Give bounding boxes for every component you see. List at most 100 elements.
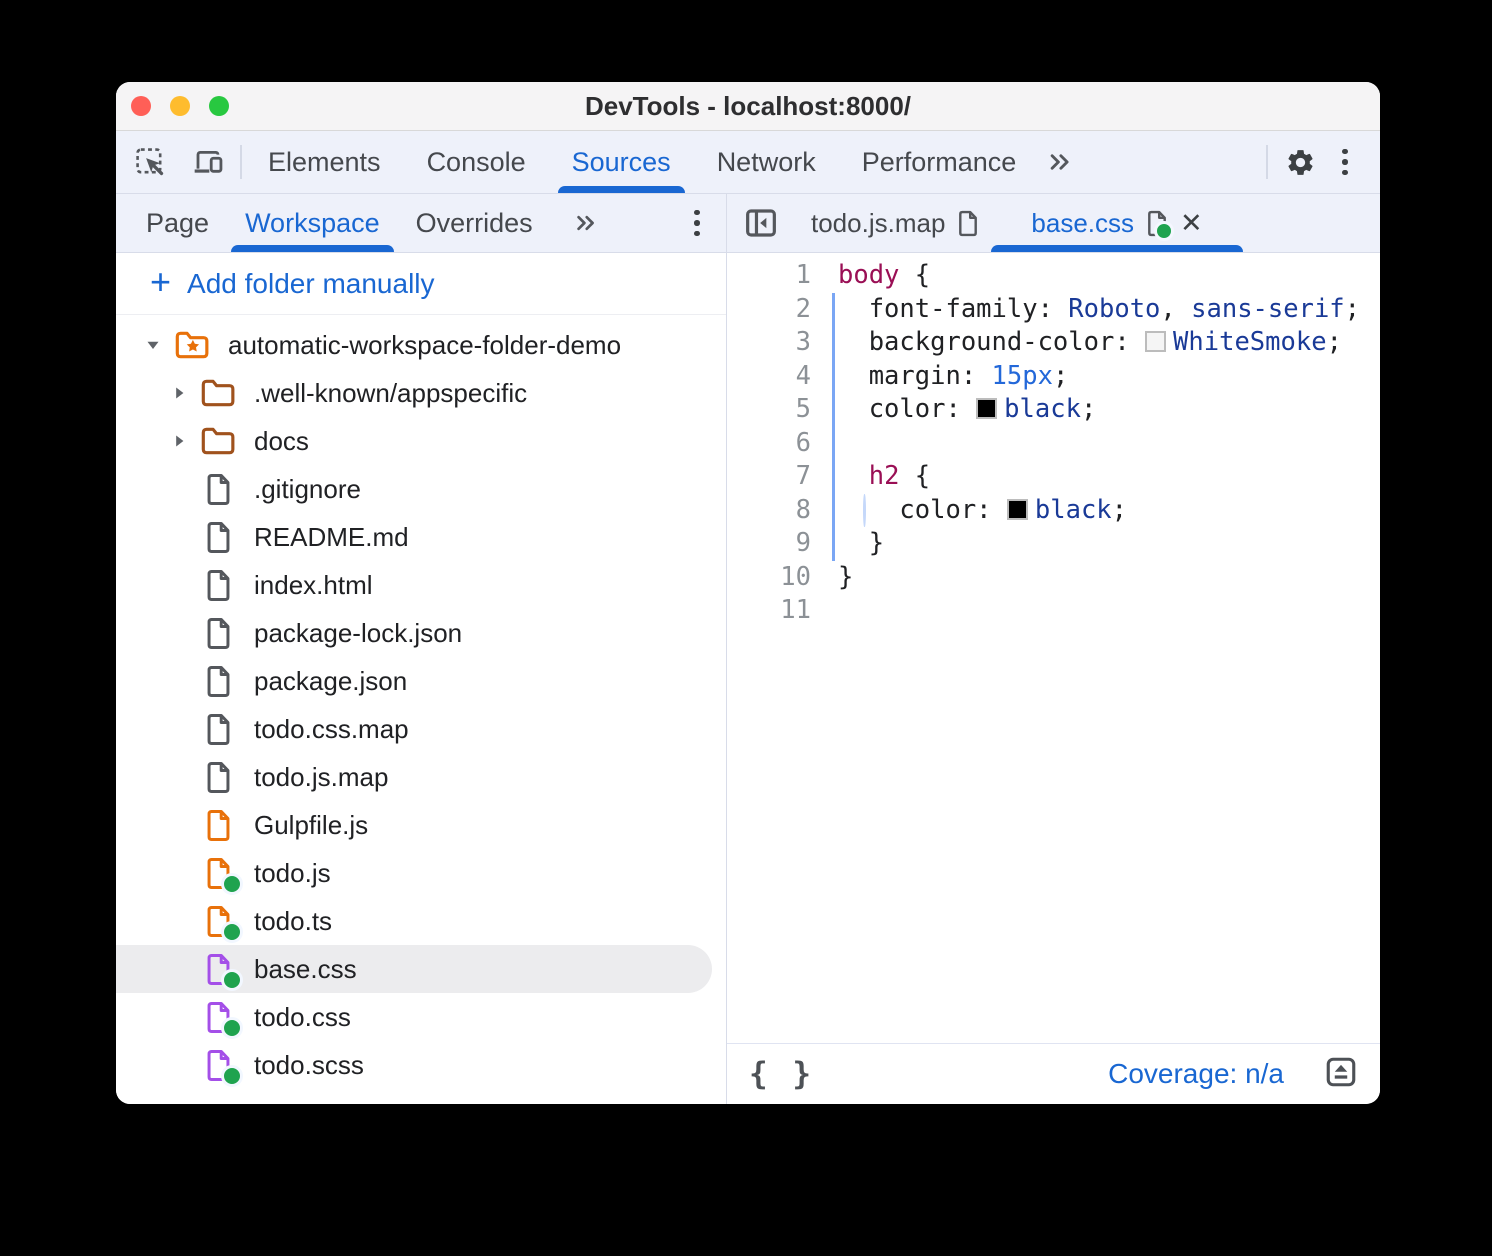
window-title: DevTools - localhost:8000/ xyxy=(585,91,911,122)
line-number[interactable]: 1 xyxy=(727,259,811,293)
line-number[interactable]: 4 xyxy=(727,360,811,394)
navigator-tabs: Page Workspace Overrides xyxy=(116,194,726,253)
code-line: 2 font-family: Roboto, sans-serif; xyxy=(727,293,1380,327)
tab-network[interactable]: Network xyxy=(717,131,816,193)
gear-icon[interactable] xyxy=(1284,146,1316,178)
tab-elements[interactable]: Elements xyxy=(268,131,381,193)
tree-item-label: todo.ts xyxy=(254,906,332,937)
minimize-window-button[interactable] xyxy=(170,96,190,116)
sidebar-tab-page[interactable]: Page xyxy=(146,194,209,252)
coverage-link[interactable]: Coverage: n/a xyxy=(1108,1058,1284,1090)
active-tab-underline xyxy=(991,245,1242,252)
more-options-icon[interactable] xyxy=(1330,146,1360,178)
tree-item-label: .well-known/appspecific xyxy=(254,378,527,409)
line-content: background-color: WhiteSmoke; xyxy=(838,326,1342,360)
expand-arrow-icon[interactable] xyxy=(164,385,194,401)
tree-item-label: todo.js xyxy=(254,858,331,889)
plus-icon: + xyxy=(150,264,171,300)
expand-arrow-icon[interactable] xyxy=(164,433,194,449)
editor-tab-todo-js-map[interactable]: todo.js.map xyxy=(785,194,1005,252)
line-content: body { xyxy=(838,259,930,293)
tree-item-well-known-appspecific[interactable]: .well-known/appspecific xyxy=(116,369,726,417)
tree-item-base-css[interactable]: base.css xyxy=(116,945,712,993)
file-icon xyxy=(1146,210,1168,237)
modified-dot xyxy=(221,969,243,991)
close-tab-icon[interactable]: ✕ xyxy=(1180,210,1203,237)
titlebar[interactable]: DevTools - localhost:8000/ xyxy=(116,82,1380,131)
modified-dot xyxy=(1154,221,1174,241)
tree-item-index-html[interactable]: index.html xyxy=(116,561,726,609)
file-icon xyxy=(200,569,236,602)
collapse-arrow-icon[interactable] xyxy=(138,337,168,353)
code-line: 5 color: black; xyxy=(727,393,1380,427)
add-folder-button[interactable]: + Add folder manually xyxy=(116,253,726,315)
zoom-window-button[interactable] xyxy=(209,96,229,116)
line-number[interactable]: 6 xyxy=(727,427,811,461)
tree-item-label: .gitignore xyxy=(254,474,361,505)
pretty-print-icon[interactable]: { } xyxy=(749,1056,814,1092)
line-content: h2 { xyxy=(838,460,930,494)
sidebar-tab-overrides[interactable]: Overrides xyxy=(416,194,533,252)
active-tab-underline xyxy=(231,245,394,252)
main-toolbar: Elements Console Sources Network Performance xyxy=(116,131,1380,194)
tree-item-todo-css-map[interactable]: todo.css.map xyxy=(116,705,726,753)
tree-item-package-lock-json[interactable]: package-lock.json xyxy=(116,609,726,657)
line-content: } xyxy=(838,561,853,595)
line-number[interactable]: 8 xyxy=(727,494,811,528)
code-line: 8 color: black; xyxy=(727,494,1380,528)
file-icon xyxy=(200,905,236,938)
more-panels-chevron-icon[interactable] xyxy=(1044,147,1074,177)
close-window-button[interactable] xyxy=(131,96,151,116)
navigator-sidebar: Page Workspace Overrides + Add folder manu… xyxy=(116,194,727,1104)
line-content: margin: 15px; xyxy=(838,360,1068,394)
color-swatch[interactable] xyxy=(1145,331,1166,352)
tree-item-gulpfile-js[interactable]: Gulpfile.js xyxy=(116,801,726,849)
line-number[interactable]: 9 xyxy=(727,527,811,561)
tab-label: Network xyxy=(717,147,816,178)
line-content: font-family: Roboto, sans-serif; xyxy=(838,293,1360,327)
tree-item-package-json[interactable]: package.json xyxy=(116,657,726,705)
color-swatch[interactable] xyxy=(1007,499,1028,520)
line-number[interactable]: 3 xyxy=(727,326,811,360)
tree-item-todo-js-map[interactable]: todo.js.map xyxy=(116,753,726,801)
code-editor[interactable]: 1body {2 font-family: Roboto, sans-serif… xyxy=(727,253,1380,1043)
more-options-icon[interactable] xyxy=(682,207,712,239)
code-line: 7 h2 { xyxy=(727,460,1380,494)
inspect-icon[interactable] xyxy=(134,146,166,178)
code-line: 10} xyxy=(727,561,1380,595)
tree-item-todo-js[interactable]: todo.js xyxy=(116,849,726,897)
toolbar-divider xyxy=(1266,145,1268,179)
tree-item-todo-css[interactable]: todo.css xyxy=(116,993,726,1041)
color-swatch[interactable] xyxy=(976,398,997,419)
line-number[interactable]: 10 xyxy=(727,561,811,595)
tree-item-docs[interactable]: docs xyxy=(116,417,726,465)
device-toolbar-icon[interactable] xyxy=(192,146,224,178)
editor-tab-base-css[interactable]: base.css✕ xyxy=(1005,194,1228,252)
sidebar-tab-workspace[interactable]: Workspace xyxy=(245,194,380,252)
tree-item-gitignore[interactable]: .gitignore xyxy=(116,465,726,513)
show-source-icon[interactable] xyxy=(1324,1055,1358,1094)
tree-item-label: todo.js.map xyxy=(254,762,388,793)
line-number[interactable]: 5 xyxy=(727,393,811,427)
tree-item-label: README.md xyxy=(254,522,409,553)
file-icon xyxy=(200,521,236,554)
line-number[interactable]: 7 xyxy=(727,460,811,494)
editor-pane: todo.js.mapbase.css✕ 1body {2 font-famil… xyxy=(727,194,1380,1104)
toggle-navigator-icon[interactable] xyxy=(745,207,777,239)
more-tabs-chevron-icon[interactable] xyxy=(571,209,599,237)
tree-item-label: todo.css xyxy=(254,1002,351,1033)
line-number[interactable]: 11 xyxy=(727,594,811,628)
tree-item-label: todo.css.map xyxy=(254,714,409,745)
tab-console[interactable]: Console xyxy=(427,131,526,193)
tree-item-todo-ts[interactable]: todo.ts xyxy=(116,897,726,945)
devtools-window: DevTools - localhost:8000/ Elements Conso… xyxy=(116,82,1380,1104)
file-icon xyxy=(200,665,236,698)
tree-item-automatic-workspace-folder-demo[interactable]: automatic-workspace-folder-demo xyxy=(116,321,726,369)
editor-status-bar: { } Coverage: n/a xyxy=(727,1043,1380,1104)
tab-performance[interactable]: Performance xyxy=(862,131,1017,193)
tab-sources[interactable]: Sources xyxy=(572,131,671,193)
tree-item-readme-md[interactable]: README.md xyxy=(116,513,726,561)
line-number[interactable]: 2 xyxy=(727,293,811,327)
code-line: 4 margin: 15px; xyxy=(727,360,1380,394)
tree-item-todo-scss[interactable]: todo.scss xyxy=(116,1041,726,1089)
